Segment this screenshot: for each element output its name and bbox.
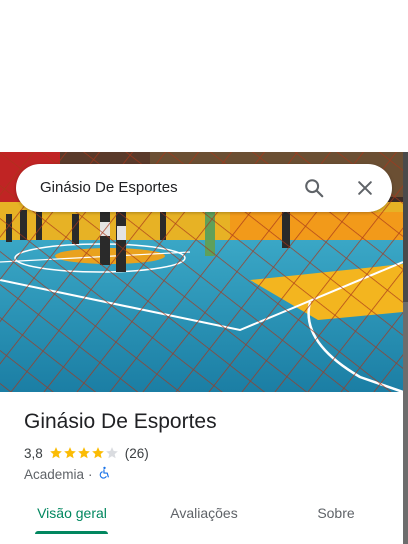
place-title: Ginásio De Esportes — [24, 410, 217, 433]
place-category: Academia — [24, 466, 85, 482]
scrollbar-thumb[interactable] — [403, 152, 408, 302]
star-icon — [63, 447, 76, 459]
category-row: Academia · — [24, 466, 111, 482]
search-icon[interactable] — [302, 176, 326, 200]
place-details-screen: Ginásio De Esportes Ginásio De Esportes … — [0, 0, 408, 544]
scrollbar[interactable] — [403, 152, 408, 544]
search-bar[interactable]: Ginásio De Esportes — [16, 164, 392, 212]
active-tab-indicator — [35, 531, 108, 534]
rating-stars — [49, 446, 119, 460]
separator-dot: · — [88, 466, 93, 482]
tab-overview[interactable]: Visão geral — [24, 496, 120, 534]
place-tabs: Visão geral Avaliações Sobre — [0, 496, 403, 544]
rating-value: 3,8 — [24, 445, 43, 461]
star-empty-icon — [105, 447, 118, 459]
wheelchair-icon — [98, 466, 111, 482]
review-count[interactable]: (26) — [125, 446, 149, 461]
star-icon — [77, 447, 90, 459]
star-icon — [49, 447, 62, 459]
rating-row[interactable]: 3,8 (26) — [24, 445, 149, 461]
star-icon — [91, 447, 104, 459]
tab-reviews[interactable]: Avaliações — [156, 496, 252, 534]
search-input[interactable]: Ginásio De Esportes — [40, 164, 178, 212]
close-icon[interactable] — [353, 176, 377, 200]
tab-about[interactable]: Sobre — [296, 496, 376, 534]
